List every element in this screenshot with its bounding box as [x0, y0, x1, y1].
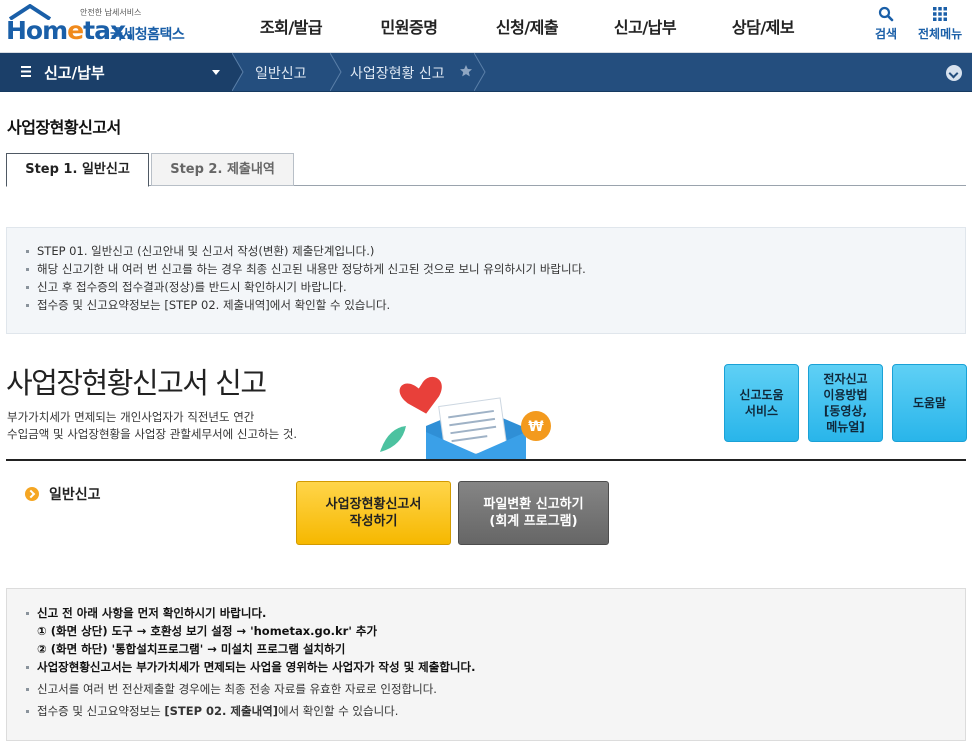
search-button[interactable]: 검색 — [875, 6, 897, 42]
help-button[interactable]: 도움말 — [892, 364, 967, 442]
logo-korean-name: 국세청홈택스 — [110, 27, 185, 43]
breadcrumb-separator-icon — [232, 53, 244, 91]
nav-application[interactable]: 신청/제출 — [468, 0, 586, 53]
svg-text:₩: ₩ — [528, 419, 544, 435]
info-line: 신고 후 접수증의 접수결과(정상)를 반드시 확인하시기 바랍니다. — [26, 278, 965, 296]
nav-certificate[interactable]: 민원증명 — [350, 0, 468, 53]
info-line: 접수증 및 신고요약정보는 [STEP 02. 제출내역]에서 확인할 수 있습… — [26, 296, 965, 314]
notice-head: 신고 전 아래 사항을 먼저 확인하시기 바랍니다. — [26, 604, 965, 622]
all-menu-label: 전체메뉴 — [918, 27, 963, 41]
hero-description: 부가가치세가 면제되는 개인사업자가 직전년도 연간 수입금액 및 사업장현황을… — [7, 410, 298, 441]
breadcrumb: 신고/납부 일반신고 사업장현황 신고 — [0, 53, 972, 92]
section-divider — [6, 459, 966, 461]
nav-report-payment[interactable]: 신고/납부 — [586, 0, 704, 53]
info-line: 해당 신고기한 내 여러 번 신고를 하는 경우 최종 신고된 내용만 정당하게… — [26, 260, 965, 278]
notice-line: 접수증 및 신고요약정보는 [STEP 02. 제출내역]에서 확인할 수 있습… — [26, 702, 965, 720]
step-tabs: Step 1. 일반신고 Step 2. 제출내역 — [6, 153, 966, 187]
top-header: 안전한 납세서비스 Hometax. 국세청홈택스 조회/발급 민원증명 신청/… — [0, 0, 972, 53]
hometax-logo[interactable]: 안전한 납세서비스 Hometax. 국세청홈택스 — [6, 4, 191, 48]
all-menu-button[interactable]: 전체메뉴 — [918, 6, 962, 42]
favorite-star-icon[interactable] — [459, 64, 473, 78]
notice-box: 신고 전 아래 사항을 먼저 확인하시기 바랍니다. ① (화면 상단) 도구 … — [6, 588, 966, 741]
notice-step-1: ① (화면 상단) 도구 → 호환성 보기 설정 → 'hometax.go.k… — [37, 624, 378, 638]
envelope-illustration-icon: ₩ — [380, 376, 551, 460]
hamburger-icon — [21, 66, 31, 77]
notice-step-2: ② (화면 하단) '통합설치프로그램' → 미설치 프로그램 설치하기 — [37, 642, 346, 656]
nav-inquiry[interactable]: 조회/발급 — [232, 0, 350, 53]
search-icon — [878, 6, 894, 22]
breadcrumb-separator-icon — [330, 53, 342, 91]
expand-circle-icon[interactable] — [946, 65, 962, 81]
report-help-service-button[interactable]: 신고도움 서비스 — [724, 364, 799, 442]
breadcrumb-root-label: 신고/납부 — [44, 64, 105, 82]
tab-step2-history[interactable]: Step 2. 제출내역 — [151, 153, 294, 186]
nav-consult[interactable]: 상담/제보 — [704, 0, 822, 53]
global-nav: 조회/발급 민원증명 신청/제출 신고/납부 상담/제보 — [232, 0, 822, 53]
step-info-box: STEP 01. 일반신고 (신고안내 및 신고서 작성(변환) 제출단계입니다… — [6, 227, 966, 334]
search-label: 검색 — [875, 27, 898, 41]
general-report-label: 일반신고 — [25, 484, 101, 504]
grid-menu-icon — [933, 7, 948, 21]
tab-step1-general[interactable]: Step 1. 일반신고 — [6, 153, 149, 187]
breadcrumb-separator-icon — [474, 53, 486, 91]
breadcrumb-item-current[interactable]: 사업장현황 신고 — [350, 63, 445, 83]
file-convert-report-button[interactable]: 파일변환 신고하기 (회계 프로그램) — [458, 481, 609, 545]
arrow-circle-icon — [25, 487, 39, 501]
info-line: STEP 01. 일반신고 (신고안내 및 신고서 작성(변환) 제출단계입니다… — [26, 242, 965, 260]
notice-line: 신고서를 여러 번 전산제출할 경우에는 최종 전송 자료를 유효한 자료로 인… — [26, 680, 965, 698]
write-report-button[interactable]: 사업장현황신고서 작성하기 — [296, 481, 451, 545]
page-title: 사업장현황신고서 — [7, 118, 121, 137]
e-filing-guide-button[interactable]: 전자신고 이용방법 [동영상, 메뉴얼] — [808, 364, 883, 442]
hero-title: 사업장현황신고서 신고 — [6, 366, 267, 400]
breadcrumb-root-dropdown[interactable]: 신고/납부 — [0, 53, 232, 91]
breadcrumb-item-general[interactable]: 일반신고 — [255, 63, 307, 83]
chevron-down-icon — [212, 70, 220, 75]
notice-line: 사업장현황신고서는 부가가치세가 면제되는 사업을 영위하는 사업자가 작성 및… — [26, 658, 965, 676]
